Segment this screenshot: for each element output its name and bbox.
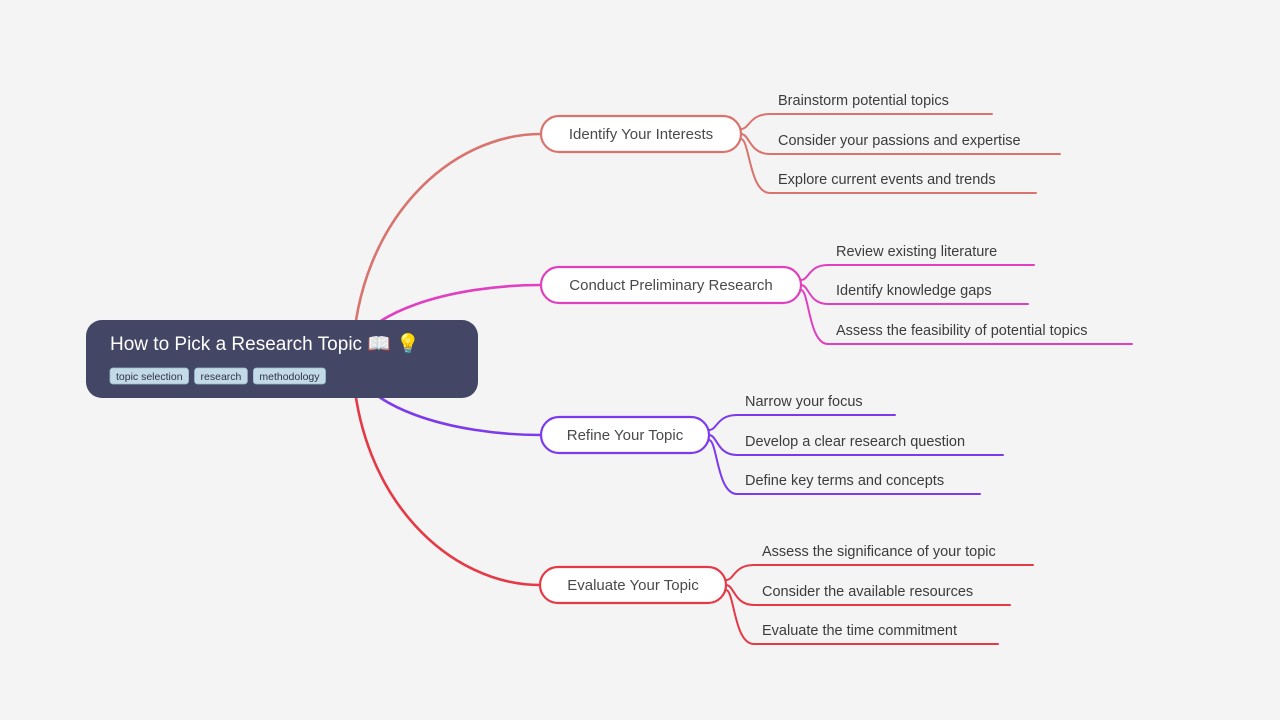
leaf-node-label: Brainstorm potential topics (778, 93, 949, 109)
leaf-node[interactable]: Assess the feasibility of potential topi… (836, 323, 1087, 339)
leaf-node-label: Review existing literature (836, 244, 997, 260)
leaf-node-label: Define key terms and concepts (745, 473, 944, 489)
leaf-connector (740, 113, 993, 130)
leaf-node-label: Identify knowledge gaps (836, 283, 992, 299)
leaf-node[interactable]: Consider the available resources (762, 584, 973, 600)
leaf-node-label: Narrow your focus (745, 394, 863, 410)
leaf-node[interactable]: Assess the significance of your topic (762, 544, 996, 560)
leaf-connector (708, 414, 896, 431)
branch-node-label: Identify Your Interests (569, 126, 713, 143)
leaf-node-label: Consider the available resources (762, 584, 973, 600)
mindmap-canvas: Brainstorm potential topics Consider your… (86, 93, 1133, 645)
branch-node[interactable]: Refine Your Topic (539, 415, 711, 455)
leaf-connector (800, 264, 1035, 281)
branch-node-label: Evaluate Your Topic (567, 577, 699, 594)
root-node-background (86, 320, 478, 398)
root-node[interactable]: How to Pick a Research Topic 📖 💡 topic se… (86, 320, 478, 398)
leaf-node-label: Develop a clear research question (745, 434, 965, 450)
root-tag-label: research (201, 371, 242, 383)
leaf-node[interactable]: Review existing literature (836, 244, 997, 260)
branch-node[interactable]: Identify Your Interests (539, 114, 743, 154)
leaf-node[interactable]: Explore current events and trends (778, 172, 996, 188)
leaf-node[interactable]: Develop a clear research question (745, 434, 965, 450)
branch-node[interactable]: Conduct Preliminary Research (539, 265, 803, 305)
leaf-node[interactable]: Narrow your focus (745, 394, 863, 410)
leaf-node-label: Consider your passions and expertise (778, 133, 1021, 149)
leaf-node[interactable]: Define key terms and concepts (745, 473, 944, 489)
leaf-connector-layer (708, 113, 1133, 645)
leaf-node[interactable]: Identify knowledge gaps (836, 283, 992, 299)
leaf-node-layer: Brainstorm potential topics Consider your… (745, 93, 1087, 639)
root-tag-label: topic selection (116, 371, 183, 383)
leaf-node-label: Assess the significance of your topic (762, 544, 996, 560)
leaf-connector (725, 564, 1034, 581)
root-node-title: How to Pick a Research Topic 📖 💡 (110, 332, 420, 355)
branch-node-label: Conduct Preliminary Research (569, 277, 772, 294)
leaf-node[interactable]: Evaluate the time commitment (762, 623, 957, 639)
root-tag-label: methodology (259, 371, 320, 383)
root-node-layer: How to Pick a Research Topic 📖 💡 topic se… (86, 320, 478, 398)
leaf-node-label: Assess the feasibility of potential topi… (836, 323, 1087, 339)
leaf-node[interactable]: Consider your passions and expertise (778, 133, 1021, 149)
leaf-node-label: Explore current events and trends (778, 172, 996, 188)
leaf-node-label: Evaluate the time commitment (762, 623, 957, 639)
branch-node[interactable]: Evaluate Your Topic (538, 565, 728, 605)
branch-node-label: Refine Your Topic (567, 427, 684, 444)
leaf-node[interactable]: Brainstorm potential topics (778, 93, 949, 109)
